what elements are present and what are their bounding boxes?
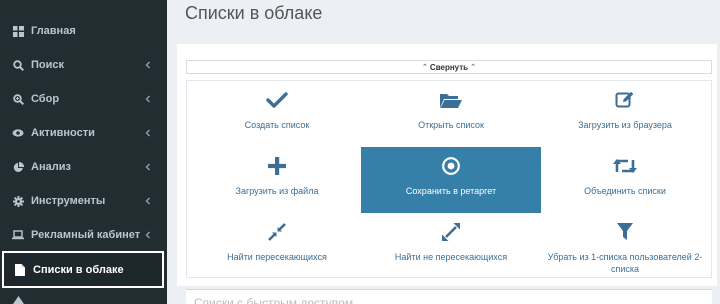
edit-icon [615, 89, 635, 111]
upload-from-file-tile[interactable]: Загрузить из файла [187, 147, 367, 213]
sidebar-item-label: Списки в облаке [33, 263, 124, 276]
sidebar-item-label: Поиск [31, 59, 65, 71]
gear-icon [12, 195, 24, 207]
sidebar-item-label: Рекламный кабинет [31, 229, 141, 241]
tile-label: Найти пересекающихся [227, 252, 327, 262]
chevron-left-icon [145, 163, 150, 171]
quick-access-panel: Списки с быстрым доступом [186, 289, 712, 304]
main-content: Списки в облаке ⌃ Свернуть ⌃ Создать спи… [167, 0, 720, 304]
merge-lists-tile[interactable]: Объединить списки [535, 147, 715, 213]
zoom-icon [12, 93, 24, 105]
dashboard-icon [12, 25, 24, 37]
chevron-left-icon [145, 129, 150, 137]
chevron-double-up-icon: ⌃ [470, 64, 476, 71]
tile-label: Найти не пересекающихся [394, 252, 508, 262]
quick-access-title: Списки с быстрым доступом [194, 296, 354, 304]
search-icon [12, 59, 24, 71]
sidebar-item-search[interactable]: Поиск [0, 48, 167, 82]
create-list-tile[interactable]: Создать список [187, 81, 367, 147]
filter-icon [616, 221, 634, 243]
eye-icon [12, 127, 24, 139]
folder-open-icon [439, 89, 463, 111]
chevron-double-up-icon: ⌃ [422, 64, 428, 71]
sidebar-item-label: Сбор [31, 93, 60, 105]
chevron-left-icon [145, 197, 150, 205]
collapse-button[interactable]: ⌃ Свернуть ⌃ [186, 60, 712, 74]
sidebar-item-analysis[interactable]: Анализ [0, 150, 167, 184]
open-list-tile[interactable]: Открыть список [361, 81, 541, 147]
chevron-left-icon [145, 61, 150, 69]
tile-label: Открыть список [418, 120, 484, 130]
tile-label: Загрузить из файла [235, 186, 319, 196]
find-non-intersecting-tile[interactable]: Найти не пересекающихся [361, 213, 541, 279]
sidebar-item-label: Главная [31, 25, 76, 37]
target-icon [441, 155, 461, 177]
check-icon [266, 89, 288, 111]
actions-grid: Создать список Открыть список Загрузить … [186, 80, 712, 278]
tile-label: Объединить списки [584, 186, 666, 196]
remove-list-users-tile[interactable]: Убрать из 1-списка пользователей 2-списк… [535, 213, 715, 279]
sidebar-item-partial[interactable] [0, 291, 167, 304]
collapse-label: Свернуть [429, 62, 469, 72]
tile-label: Убрать из 1-списка пользователей 2-списк… [547, 252, 703, 274]
sidebar-item-activities[interactable]: Активности [0, 116, 167, 150]
expand-icon [441, 221, 461, 243]
sidebar-item-collect[interactable]: Сбор [0, 82, 167, 116]
tile-label: Создать список [244, 120, 310, 130]
pie-chart-icon [12, 161, 24, 173]
chevron-left-icon [145, 95, 150, 103]
file-icon [14, 263, 26, 276]
laptop-icon [12, 229, 24, 241]
tile-label: Сохранить в ретаргет [405, 186, 497, 196]
sidebar-item-main[interactable]: Главная [0, 14, 167, 48]
retweet-icon [613, 155, 637, 177]
sidebar: Главная Поиск Сбор Активности Анализ Инс [0, 0, 167, 304]
find-intersecting-tile[interactable]: Найти пересекающихся [187, 213, 367, 279]
sidebar-item-ad-cabinet[interactable]: Рекламный кабинет [0, 218, 167, 252]
sidebar-item-label: Активности [31, 127, 95, 139]
compress-icon [267, 221, 287, 243]
sidebar-item-tools[interactable]: Инструменты [0, 184, 167, 218]
tile-label: Загрузить из браузера [578, 120, 672, 130]
plus-icon [267, 155, 287, 177]
page-title: Списки в облаке [185, 3, 323, 23]
chevron-left-icon [145, 231, 150, 239]
sidebar-item-cloud-lists[interactable]: Списки в облаке [2, 251, 164, 288]
sidebar-item-label: Анализ [31, 161, 71, 173]
sidebar-item-label: Инструменты [31, 195, 106, 207]
upload-from-browser-tile[interactable]: Загрузить из браузера [535, 81, 715, 147]
save-to-retarget-tile[interactable]: Сохранить в ретаргет [361, 147, 541, 213]
arrow-icon [12, 294, 24, 304]
